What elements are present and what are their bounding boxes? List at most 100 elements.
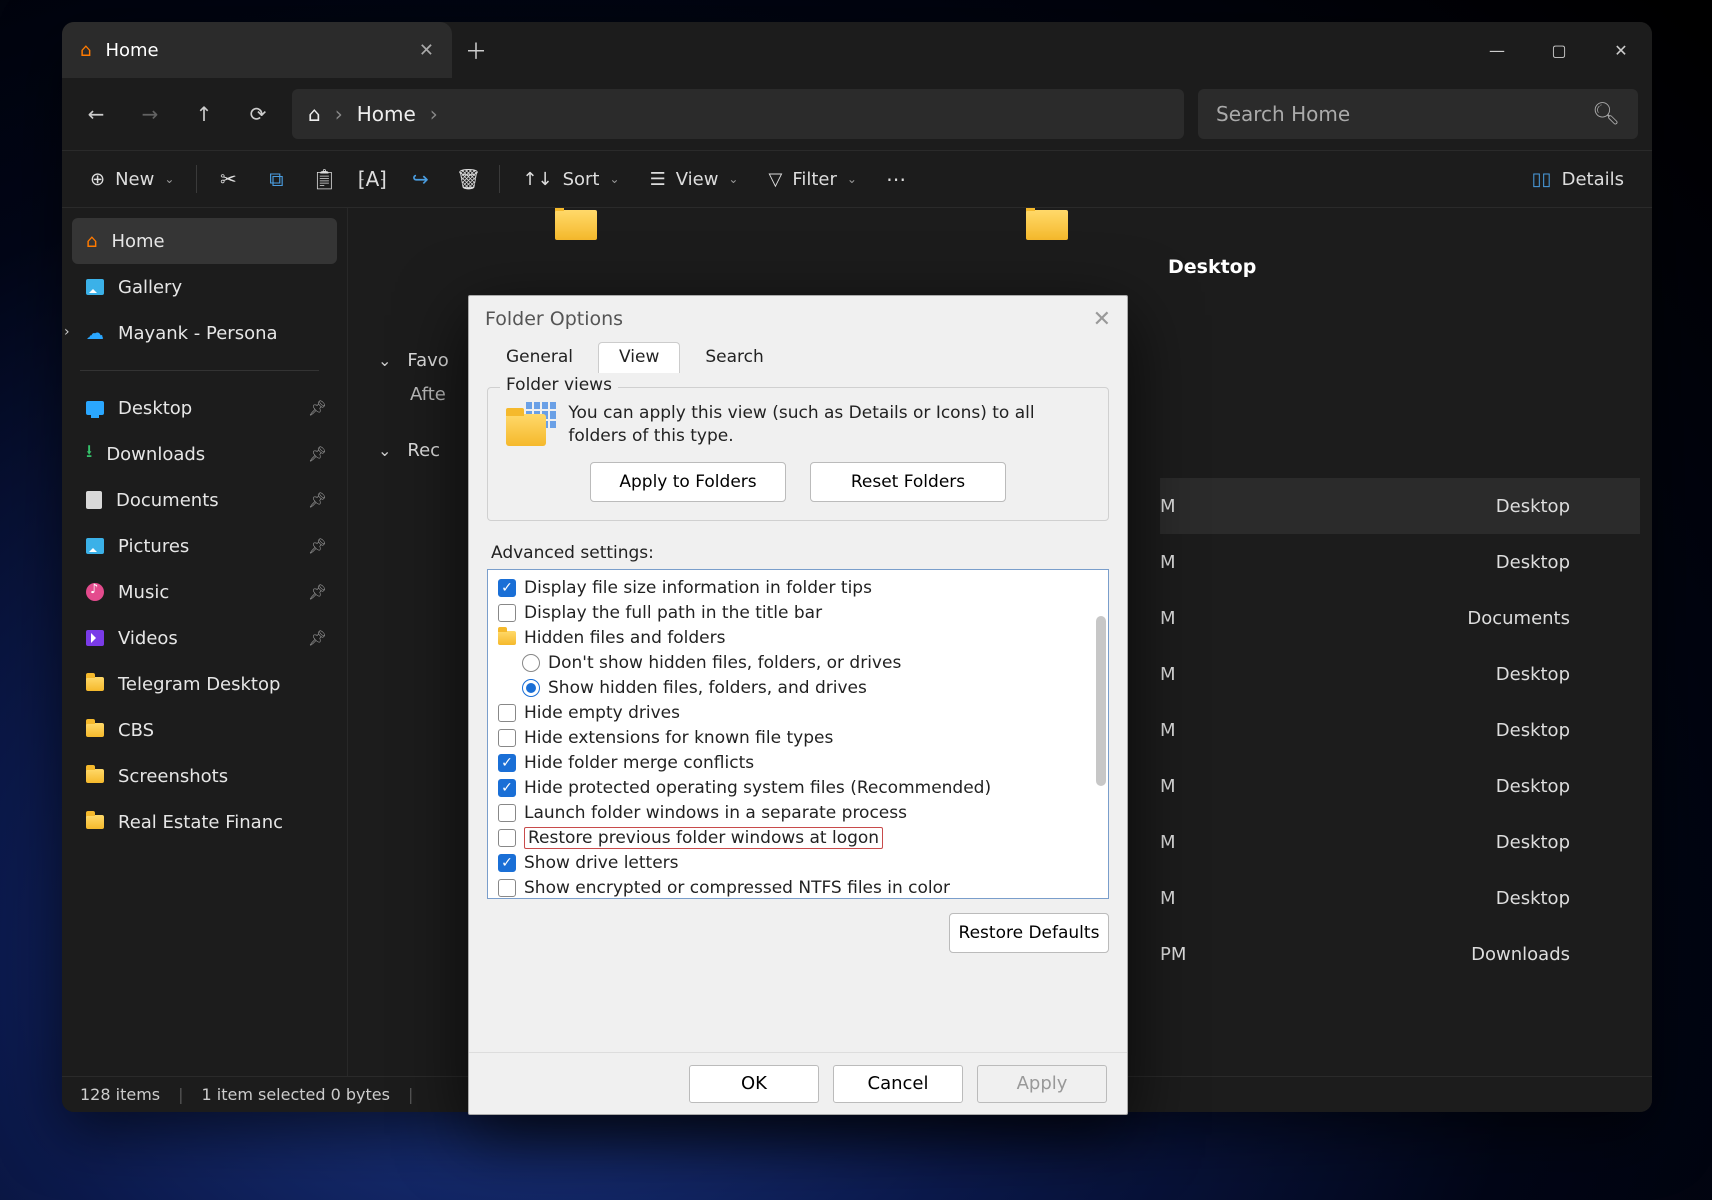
favorites-header[interactable]: ⌄Favo (378, 350, 449, 371)
row-location: Desktop (1496, 720, 1570, 741)
window-controls: — ▢ ✕ (1466, 28, 1652, 72)
checkbox-icon[interactable]: ✓ (498, 779, 516, 797)
more-button[interactable]: ⋯ (873, 159, 919, 199)
advanced-option[interactable]: ✓Show drive letters (498, 851, 1098, 876)
checkbox-icon[interactable] (498, 879, 516, 897)
recent-header[interactable]: ⌄Rec (378, 440, 440, 461)
share-button[interactable]: ↪ (397, 159, 443, 199)
sidebar-item-gallery[interactable]: Gallery (72, 264, 337, 310)
checkbox-icon[interactable] (498, 829, 516, 847)
back-button[interactable]: ← (76, 94, 116, 134)
new-tab-button[interactable]: ＋ (452, 34, 500, 66)
file-row[interactable]: MDesktop (1160, 870, 1640, 926)
apply-to-folders-button[interactable]: Apply to Folders (590, 462, 786, 502)
refresh-button[interactable]: ⟳ (238, 94, 278, 134)
pin-icon[interactable]: 📌︎ (308, 445, 327, 463)
file-row[interactable]: MDesktop (1160, 702, 1640, 758)
up-button[interactable]: ↑ (184, 94, 224, 134)
breadcrumb[interactable]: ⌂ › Home › (292, 89, 1184, 139)
cancel-button[interactable]: Cancel (833, 1065, 963, 1103)
search-placeholder: Search Home (1216, 102, 1350, 126)
advanced-option[interactable]: Launch folder windows in a separate proc… (498, 801, 1098, 826)
sidebar-item-screenshots[interactable]: Screenshots (72, 753, 337, 799)
checkbox-icon[interactable] (498, 729, 516, 747)
file-row[interactable]: MDesktop (1160, 534, 1640, 590)
sidebar-item-videos[interactable]: Videos📌︎ (72, 615, 337, 661)
pin-icon[interactable]: 📌︎ (308, 491, 327, 509)
checkbox-icon[interactable] (498, 604, 516, 622)
advanced-option[interactable]: Show hidden files, folders, and drives (498, 676, 1098, 701)
maximize-button[interactable]: ▢ (1528, 28, 1590, 72)
rename-button[interactable]: ⁅A⁆ (349, 159, 395, 199)
advanced-option[interactable]: ✓Hide protected operating system files (… (498, 776, 1098, 801)
sidebar-item-desktop[interactable]: Desktop📌︎ (72, 385, 337, 431)
sidebar-item-downloads[interactable]: ⭳Downloads📌︎ (72, 431, 337, 477)
close-button[interactable]: ✕ (1590, 28, 1652, 72)
advanced-option[interactable]: Display the full path in the title bar (498, 601, 1098, 626)
checkbox-icon[interactable]: ✓ (498, 854, 516, 872)
reset-folders-button[interactable]: Reset Folders (810, 462, 1006, 502)
active-tab[interactable]: ⌂ Home ✕ (62, 22, 452, 78)
advanced-settings-list[interactable]: ✓Display file size information in folder… (487, 569, 1109, 899)
advanced-option[interactable]: Don't show hidden files, folders, or dri… (498, 651, 1098, 676)
sidebar-item-documents[interactable]: Documents📌︎ (72, 477, 337, 523)
pin-icon[interactable]: 📌︎ (308, 399, 327, 417)
tab-general[interactable]: General (485, 342, 594, 373)
advanced-option[interactable]: Show encrypted or compressed NTFS files … (498, 876, 1098, 899)
forward-button[interactable]: → (130, 94, 170, 134)
checkbox-icon[interactable]: ✓ (498, 579, 516, 597)
advanced-option[interactable]: Hide extensions for known file types (498, 726, 1098, 751)
chevron-down-icon: ⌄ (378, 351, 391, 370)
tab-view[interactable]: View (598, 342, 680, 373)
radio-icon[interactable] (522, 679, 540, 697)
pin-icon[interactable]: 📌︎ (308, 583, 327, 601)
row-time: M (1160, 552, 1176, 573)
tab-close-icon[interactable]: ✕ (419, 40, 434, 61)
favorites-subtitle: Afte (410, 384, 446, 405)
scrollbar-thumb[interactable] (1096, 616, 1106, 786)
dialog-close-icon[interactable]: ✕ (1093, 307, 1111, 332)
checkbox-icon[interactable]: ✓ (498, 754, 516, 772)
cut-button[interactable]: ✂ (205, 159, 251, 199)
details-toggle[interactable]: ▯▯ Details (1518, 159, 1638, 199)
checkbox-icon[interactable] (498, 804, 516, 822)
advanced-option[interactable]: ✓Display file size information in folder… (498, 576, 1098, 601)
pin-icon[interactable]: 📌︎ (308, 537, 327, 555)
option-label: Restore previous folder windows at logon (524, 827, 883, 849)
sidebar-item-onedrive[interactable]: ›☁Mayank - Persona (72, 310, 337, 356)
file-row[interactable]: MDesktop (1160, 814, 1640, 870)
copy-button[interactable]: ⧉ (253, 159, 299, 199)
sort-button[interactable]: ↑↓ Sort ⌄ (508, 159, 633, 199)
clipboard-icon: 📋︎ (312, 167, 337, 191)
checkbox-icon[interactable] (498, 704, 516, 722)
advanced-option[interactable]: ✓Hide folder merge conflicts (498, 751, 1098, 776)
tab-search[interactable]: Search (684, 342, 784, 373)
sidebar-item-pictures[interactable]: Pictures📌︎ (72, 523, 337, 569)
chevron-right-icon[interactable]: › (64, 324, 70, 340)
advanced-option[interactable]: Hide empty drives (498, 701, 1098, 726)
sidebar-item-music[interactable]: Music📌︎ (72, 569, 337, 615)
minimize-button[interactable]: — (1466, 28, 1528, 72)
new-button[interactable]: ⊕ New ⌄ (76, 159, 188, 199)
file-row[interactable]: PMDownloads (1160, 926, 1640, 982)
apply-button[interactable]: Apply (977, 1065, 1107, 1103)
delete-button[interactable]: 🗑︎ (445, 159, 491, 199)
file-row[interactable]: MDocuments (1160, 590, 1640, 646)
file-row[interactable]: MDesktop (1160, 758, 1640, 814)
file-row[interactable]: MDesktop (1160, 478, 1640, 534)
search-input[interactable]: Search Home 🔍︎ (1198, 89, 1638, 139)
file-row[interactable]: MDesktop (1160, 646, 1640, 702)
pin-icon[interactable]: 📌︎ (308, 629, 327, 647)
view-button[interactable]: ☰ View ⌄ (636, 159, 753, 199)
advanced-option[interactable]: Restore previous folder windows at logon (498, 826, 1098, 851)
ok-button[interactable]: OK (689, 1065, 819, 1103)
paste-button[interactable]: 📋︎ (301, 159, 347, 199)
filter-button[interactable]: ▽ Filter ⌄ (754, 159, 870, 199)
sidebar-item-realestate[interactable]: Real Estate Financ (72, 799, 337, 845)
radio-icon[interactable] (522, 654, 540, 672)
restore-defaults-button[interactable]: Restore Defaults (949, 913, 1109, 953)
sidebar-item-telegram[interactable]: Telegram Desktop (72, 661, 337, 707)
sidebar-item-cbs[interactable]: CBS (72, 707, 337, 753)
sidebar-item-home[interactable]: ⌂Home (72, 218, 337, 264)
advanced-option[interactable]: Hidden files and folders (498, 626, 1098, 651)
